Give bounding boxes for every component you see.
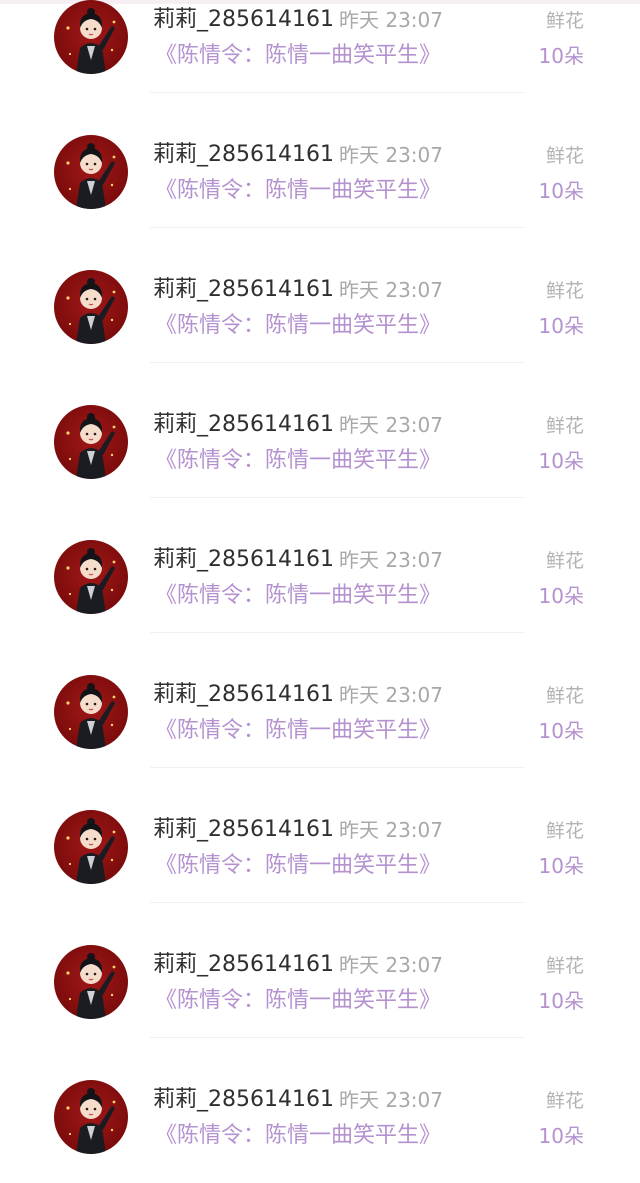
row-divider [150,902,525,903]
gift-count: 10朵 [538,584,584,608]
list-item[interactable]: 莉莉_285614161 昨天 23:07 《陈情令：陈情一曲笑平生》 鲜花 1… [0,373,640,508]
gift-type: 鲜花 [545,1090,584,1112]
user-name[interactable]: 莉莉_285614161 [153,816,334,844]
list-item[interactable]: 莉莉_285614161 昨天 23:07 《陈情令：陈情一曲笑平生》 鲜花 1… [0,238,640,373]
list-item[interactable]: 莉莉_285614161 昨天 23:07 《陈情令：陈情一曲笑平生》 鲜花 1… [0,643,640,778]
gift-count: 10朵 [538,719,584,743]
user-avatar-icon[interactable] [54,270,128,344]
user-avatar-icon[interactable] [54,675,128,749]
user-name[interactable]: 莉莉_285614161 [153,1086,334,1114]
book-title-link[interactable]: 《陈情令：陈情一曲笑平生》 [155,1122,441,1150]
gift-time: 昨天 23:07 [339,8,443,32]
list-item[interactable]: 莉莉_285614161 昨天 23:07 《陈情令：陈情一曲笑平生》 鲜花 1… [0,508,640,643]
gift-time: 昨天 23:07 [339,818,443,842]
gift-time: 昨天 23:07 [339,953,443,977]
list-item[interactable]: 莉莉_285614161 昨天 23:07 《陈情令：陈情一曲笑平生》 鲜花 1… [0,913,640,1048]
book-title-link[interactable]: 《陈情令：陈情一曲笑平生》 [155,42,441,70]
row-divider [150,632,525,633]
list-item[interactable]: 莉莉_285614161 昨天 23:07 《陈情令：陈情一曲笑平生》 鲜花 1… [0,0,640,103]
user-name[interactable]: 莉莉_285614161 [153,141,334,169]
book-title-link[interactable]: 《陈情令：陈情一曲笑平生》 [155,312,441,340]
gift-count: 10朵 [538,179,584,203]
gift-type: 鲜花 [545,685,584,707]
user-avatar-icon[interactable] [54,810,128,884]
gift-count: 10朵 [538,449,584,473]
book-title-link[interactable]: 《陈情令：陈情一曲笑平生》 [155,582,441,610]
user-name[interactable]: 莉莉_285614161 [153,951,334,979]
user-name[interactable]: 莉莉_285614161 [153,6,334,34]
gift-count: 10朵 [538,44,584,68]
user-name[interactable]: 莉莉_285614161 [153,546,334,574]
book-title-link[interactable]: 《陈情令：陈情一曲笑平生》 [155,717,441,745]
user-avatar-icon[interactable] [54,540,128,614]
gift-type: 鲜花 [545,280,584,302]
user-avatar-icon[interactable] [54,1080,128,1154]
gift-time: 昨天 23:07 [339,548,443,572]
user-name[interactable]: 莉莉_285614161 [153,411,334,439]
row-divider [150,227,525,228]
book-title-link[interactable]: 《陈情令：陈情一曲笑平生》 [155,852,441,880]
gift-count: 10朵 [538,1124,584,1148]
gift-type: 鲜花 [545,10,584,32]
list-item[interactable]: 莉莉_285614161 昨天 23:07 《陈情令：陈情一曲笑平生》 鲜花 1… [0,103,640,238]
row-divider [150,767,525,768]
gift-time: 昨天 23:07 [339,278,443,302]
user-avatar-icon[interactable] [54,0,128,74]
gift-time: 昨天 23:07 [339,683,443,707]
gift-time: 昨天 23:07 [339,1088,443,1112]
book-title-link[interactable]: 《陈情令：陈情一曲笑平生》 [155,987,441,1015]
user-avatar-icon[interactable] [54,135,128,209]
gift-type: 鲜花 [545,955,584,977]
gift-type: 鲜花 [545,550,584,572]
book-title-link[interactable]: 《陈情令：陈情一曲笑平生》 [155,447,441,475]
row-divider [150,362,525,363]
user-avatar-icon[interactable] [54,945,128,1019]
gift-count: 10朵 [538,854,584,878]
gift-time: 昨天 23:07 [339,143,443,167]
row-divider [150,1037,525,1038]
user-name[interactable]: 莉莉_285614161 [153,276,334,304]
user-name[interactable]: 莉莉_285614161 [153,681,334,709]
gift-type: 鲜花 [545,820,584,842]
user-avatar-icon[interactable] [54,405,128,479]
gift-record-list: 莉莉_285614161 昨天 23:07 《陈情令：陈情一曲笑平生》 鲜花 1… [0,0,640,1183]
row-divider [150,92,525,93]
list-item[interactable]: 莉莉_285614161 昨天 23:07 《陈情令：陈情一曲笑平生》 鲜花 1… [0,778,640,913]
list-item[interactable]: 莉莉_285614161 昨天 23:07 《陈情令：陈情一曲笑平生》 鲜花 1… [0,1048,640,1183]
gift-type: 鲜花 [545,145,584,167]
gift-count: 10朵 [538,314,584,338]
row-divider [150,497,525,498]
book-title-link[interactable]: 《陈情令：陈情一曲笑平生》 [155,177,441,205]
gift-count: 10朵 [538,989,584,1013]
gift-time: 昨天 23:07 [339,413,443,437]
gift-type: 鲜花 [545,415,584,437]
